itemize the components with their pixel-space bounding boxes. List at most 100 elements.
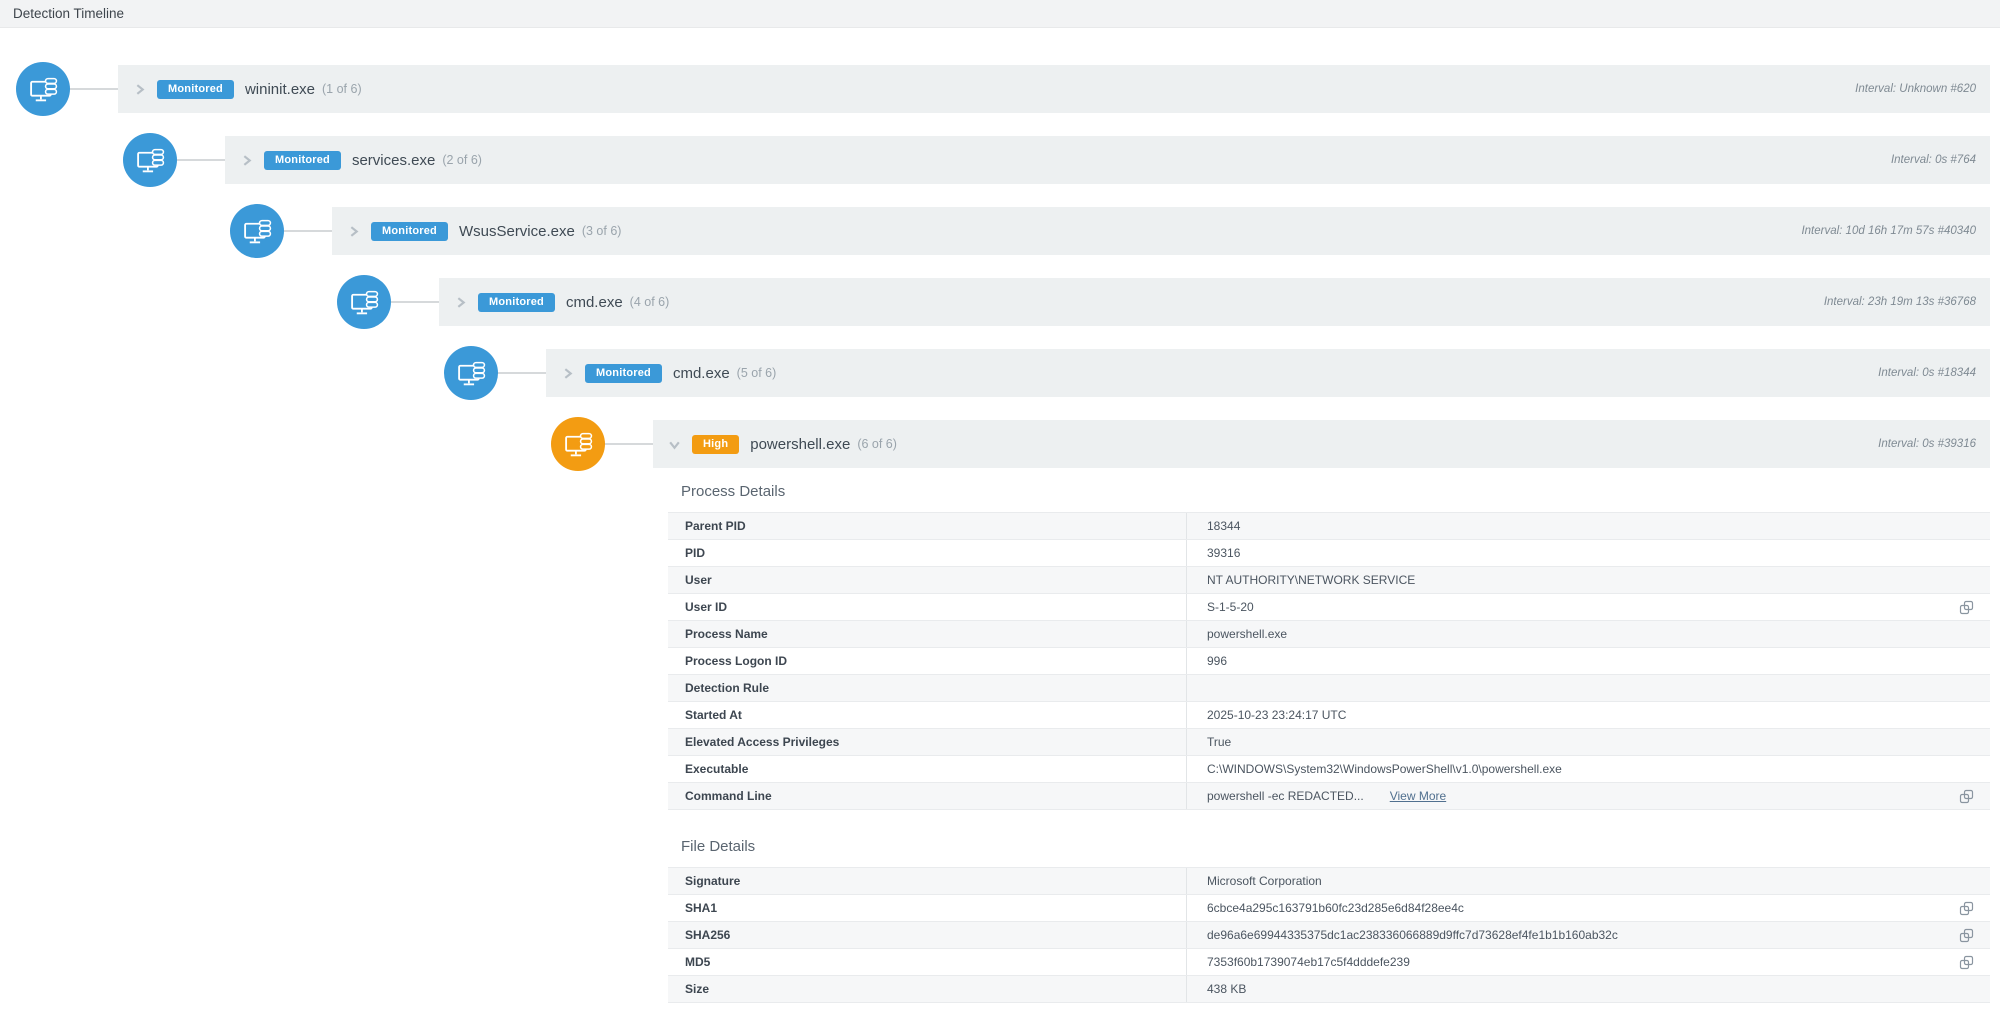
field-label: User — [668, 567, 1186, 593]
monitor-icon — [28, 74, 59, 105]
timeline-row[interactable]: High powershell.exe (6 of 6) Interval: 0… — [653, 420, 1990, 468]
field-value: C:\WINDOWS\System32\WindowsPowerShell\v1… — [1207, 762, 1562, 776]
process-count: (1 of 6) — [322, 82, 362, 96]
field-label: Signature — [668, 868, 1186, 894]
monitor-icon — [349, 287, 380, 318]
interval-label: Interval: 23h 19m 13s #36768 — [1824, 296, 1976, 308]
copy-icon[interactable] — [1959, 600, 1974, 615]
view-more-link[interactable]: View More — [1390, 789, 1446, 803]
field-label: Elevated Access Privileges — [668, 729, 1186, 755]
field-value: 2025-10-23 23:24:17 UTC — [1207, 708, 1346, 722]
field-value: powershell -ec REDACTED... — [1207, 789, 1364, 803]
field-label: Parent PID — [668, 513, 1186, 539]
field-label: Command Line — [668, 783, 1186, 809]
timeline-row[interactable]: Monitored cmd.exe (4 of 6) Interval: 23h… — [439, 278, 1990, 326]
field-value: powershell.exe — [1207, 627, 1287, 641]
table-row: PID 39316 — [668, 540, 1990, 567]
process-name: powershell.exe — [750, 436, 850, 453]
process-count: (5 of 6) — [737, 366, 777, 380]
monitor-icon — [135, 145, 166, 176]
field-value: 18344 — [1207, 519, 1240, 533]
table-row: SHA1 6cbce4a295c163791b60fc23d285e6d84f2… — [668, 895, 1990, 922]
field-value: True — [1207, 735, 1231, 749]
process-count: (6 of 6) — [857, 437, 897, 451]
chevron-right-icon[interactable] — [346, 224, 360, 238]
field-label: Process Name — [668, 621, 1186, 647]
chevron-down-icon[interactable] — [667, 437, 681, 451]
severity-badge: Monitored — [585, 364, 662, 383]
process-name: wininit.exe — [245, 81, 315, 98]
timeline-row[interactable]: Monitored WsusService.exe (3 of 6) Inter… — [332, 207, 1990, 255]
chevron-right-icon[interactable] — [132, 82, 146, 96]
field-label: Executable — [668, 756, 1186, 782]
table-row: Parent PID 18344 — [668, 513, 1990, 540]
field-value: de96a6e69944335375dc1ac238336066889d9ffc… — [1207, 928, 1618, 942]
interval-label: Interval: 0s #764 — [1891, 154, 1976, 166]
field-value: Microsoft Corporation — [1207, 874, 1322, 888]
severity-badge: Monitored — [157, 80, 234, 99]
field-value: 6cbce4a295c163791b60fc23d285e6d84f28ee4c — [1207, 901, 1464, 915]
page-title: Detection Timeline — [0, 0, 2000, 28]
chevron-right-icon[interactable] — [239, 153, 253, 167]
field-value: 996 — [1207, 654, 1227, 668]
process-details-title: Process Details — [681, 483, 1990, 500]
table-row: User ID S-1-5-20 — [668, 594, 1990, 621]
interval-label: Interval: 10d 16h 17m 57s #40340 — [1801, 225, 1976, 237]
detection-timeline: Detection Timeline Monitored wininit.exe… — [0, 0, 2000, 1016]
chevron-right-icon[interactable] — [453, 295, 467, 309]
timeline-row[interactable]: Monitored services.exe (2 of 6) Interval… — [225, 136, 1990, 184]
monitor-icon — [456, 358, 487, 389]
field-label: SHA1 — [668, 895, 1186, 921]
copy-icon[interactable] — [1959, 955, 1974, 970]
table-row: Signature Microsoft Corporation — [668, 868, 1990, 895]
field-label: Size — [668, 976, 1186, 1002]
process-name: services.exe — [352, 152, 435, 169]
field-label: Detection Rule — [668, 675, 1186, 701]
timeline-row[interactable]: Monitored cmd.exe (5 of 6) Interval: 0s … — [546, 349, 1990, 397]
process-name: cmd.exe — [673, 365, 730, 382]
table-row: Command Line powershell -ec REDACTED... … — [668, 783, 1990, 810]
field-label: PID — [668, 540, 1186, 566]
interval-label: Interval: 0s #18344 — [1878, 367, 1976, 379]
table-row: Size 438 KB — [668, 976, 1990, 1003]
chevron-right-icon[interactable] — [560, 366, 574, 380]
severity-badge: Monitored — [371, 222, 448, 241]
monitor-icon — [563, 429, 594, 460]
host-process-icon — [230, 204, 284, 258]
field-value: 39316 — [1207, 546, 1240, 560]
monitor-icon — [242, 216, 273, 247]
process-name: cmd.exe — [566, 294, 623, 311]
severity-badge: Monitored — [478, 293, 555, 312]
field-value: 7353f60b1739074eb17c5f4dddefe239 — [1207, 955, 1410, 969]
field-label: Process Logon ID — [668, 648, 1186, 674]
host-process-icon — [337, 275, 391, 329]
file-details-title: File Details — [681, 838, 1990, 855]
interval-label: Interval: 0s #39316 — [1878, 438, 1976, 450]
timeline-row[interactable]: Monitored wininit.exe (1 of 6) Interval:… — [118, 65, 1990, 113]
process-count: (2 of 6) — [442, 153, 482, 167]
host-process-icon — [444, 346, 498, 400]
table-row: Process Name powershell.exe — [668, 621, 1990, 648]
field-label: MD5 — [668, 949, 1186, 975]
table-row: Process Logon ID 996 — [668, 648, 1990, 675]
detection-detail-panel: Process Details Parent PID 18344 PID 393… — [653, 468, 1990, 1003]
field-value: S-1-5-20 — [1207, 600, 1254, 614]
host-process-icon — [551, 417, 605, 471]
table-row: SHA256 de96a6e69944335375dc1ac2383360668… — [668, 922, 1990, 949]
copy-icon[interactable] — [1959, 901, 1974, 916]
copy-icon[interactable] — [1959, 789, 1974, 804]
field-value: 438 KB — [1207, 982, 1246, 996]
process-name: WsusService.exe — [459, 223, 575, 240]
process-count: (3 of 6) — [582, 224, 622, 238]
field-value: NT AUTHORITY\NETWORK SERVICE — [1207, 573, 1415, 587]
copy-icon[interactable] — [1959, 928, 1974, 943]
table-row: Detection Rule — [668, 675, 1990, 702]
host-process-icon — [16, 62, 70, 116]
table-row: Executable C:\WINDOWS\System32\WindowsPo… — [668, 756, 1990, 783]
table-row: User NT AUTHORITY\NETWORK SERVICE — [668, 567, 1990, 594]
severity-badge: High — [692, 435, 739, 454]
field-label: User ID — [668, 594, 1186, 620]
field-label: SHA256 — [668, 922, 1186, 948]
severity-badge: Monitored — [264, 151, 341, 170]
process-details-table: Parent PID 18344 PID 39316 User NT AUTHO… — [668, 512, 1990, 810]
